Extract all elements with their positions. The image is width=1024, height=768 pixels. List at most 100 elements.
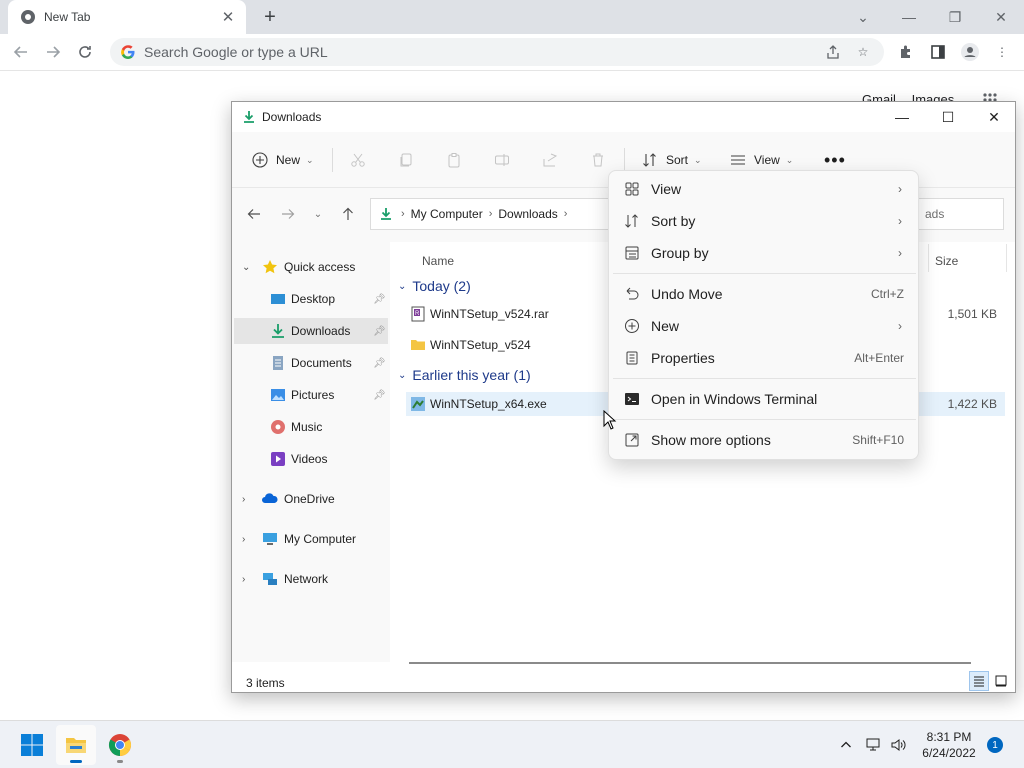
column-header-name[interactable]: Name [422, 248, 454, 274]
side-panel-icon[interactable] [925, 39, 951, 65]
file-size: 1,422 KB [947, 397, 997, 411]
profile-avatar-icon[interactable] [957, 39, 983, 65]
file-name: WinNTSetup_x64.exe [430, 397, 547, 411]
horizontal-scrollbar[interactable] [409, 662, 971, 664]
show-hidden-icons-chevron-up-icon[interactable] [836, 735, 856, 755]
column-header-size[interactable]: Size [935, 248, 958, 274]
nav-network[interactable]: › Network [232, 566, 390, 592]
minimize-browser-button[interactable]: — [886, 0, 932, 34]
explorer-window-title: Downloads [262, 110, 322, 124]
menu-item-undo-move[interactable]: Undo Move Ctrl+Z [613, 279, 916, 309]
breadcrumb-downloads[interactable]: Downloads [498, 207, 557, 221]
system-clock[interactable]: 8:31 PM 6/24/2022 [914, 729, 984, 761]
downloads-icon [244, 111, 254, 123]
nav-my-computer[interactable]: › My Computer [232, 526, 390, 552]
column-name-label: Name [422, 254, 455, 268]
nav-videos[interactable]: Videos [232, 446, 390, 472]
menu-item-show-more-options[interactable]: Show more options Shift+F10 [613, 425, 916, 455]
recent-locations-chevron-icon[interactable]: ⌄ [306, 202, 330, 226]
file-size: 1,501 KB [947, 307, 997, 321]
group-title: Earlier this year (1) [412, 367, 531, 383]
menu-item-group-by[interactable]: Group by › [613, 238, 916, 268]
new-button[interactable]: New ⌄ [252, 146, 314, 174]
up-arrow-icon[interactable] [336, 202, 360, 226]
menu-item-new[interactable]: New › [613, 311, 916, 341]
column-divider[interactable] [928, 244, 929, 272]
nav-downloads[interactable]: Downloads 📌︎ [234, 318, 388, 344]
collapsed-chevron-icon[interactable]: › [242, 574, 245, 585]
nav-pictures[interactable]: Pictures 📌︎ [232, 382, 390, 408]
cut-icon[interactable] [350, 146, 366, 174]
copy-icon[interactable] [398, 146, 414, 174]
nav-documents[interactable]: Documents 📌︎ [232, 350, 390, 376]
sort-icon [643, 153, 656, 167]
pin-icon: 📌︎ [373, 357, 386, 369]
taskbar-file-explorer[interactable] [56, 725, 96, 765]
omnibox[interactable]: Search Google or type a URL ☆ [110, 38, 884, 66]
nav-quick-access[interactable]: ⌄ Quick access [232, 254, 390, 280]
command-separator [332, 148, 333, 172]
details-view-icon[interactable] [969, 671, 989, 691]
collapsed-chevron-icon[interactable]: › [242, 534, 245, 545]
menu-item-properties[interactable]: Properties Alt+Enter [613, 343, 916, 373]
column-divider[interactable] [1006, 244, 1007, 272]
share-icon[interactable] [822, 41, 844, 63]
close-explorer-button[interactable]: ✕ [971, 102, 1017, 132]
taskbar-chrome[interactable] [100, 725, 140, 765]
item-count: 3 items [246, 676, 285, 690]
thumbnails-view-icon[interactable] [991, 671, 1011, 691]
reload-icon[interactable] [72, 39, 98, 65]
menu-item-open-terminal[interactable]: Open in Windows Terminal [613, 384, 916, 414]
nav-music[interactable]: Music [232, 414, 390, 440]
group-header-earlier-this-year[interactable]: ⌄ Earlier this year (1) [398, 364, 531, 386]
minimize-explorer-button[interactable]: — [879, 102, 925, 132]
menu-item-label: Show more options [651, 432, 771, 448]
folder-icon [411, 340, 425, 350]
tab-search-icon[interactable]: ⌄ [840, 0, 886, 34]
start-button[interactable] [12, 725, 52, 765]
group-collapse-chevron-icon[interactable]: ⌄ [398, 281, 406, 292]
bookmark-star-icon[interactable]: ☆ [852, 41, 874, 63]
group-title: Today (2) [412, 278, 471, 294]
breadcrumb-my-computer[interactable]: My Computer [411, 207, 483, 221]
new-label: New [276, 153, 301, 167]
group-collapse-chevron-icon[interactable]: ⌄ [398, 370, 406, 381]
documents-icon [273, 356, 283, 370]
nav-desktop[interactable]: Desktop 📌︎ [232, 286, 390, 312]
group-header-today[interactable]: ⌄ Today (2) [398, 275, 471, 297]
network-status-icon[interactable] [864, 735, 884, 755]
volume-icon[interactable] [888, 735, 908, 755]
chevron-down-icon: ⌄ [694, 154, 702, 165]
menu-item-sort-by[interactable]: Sort by › [613, 206, 916, 236]
expanded-chevron-icon[interactable]: ⌄ [242, 262, 250, 273]
collapsed-chevron-icon[interactable]: › [242, 494, 245, 505]
address-bar[interactable]: › My Computer › Downloads › [370, 198, 618, 230]
sort-label: Sort [666, 153, 689, 167]
extensions-puzzle-icon[interactable] [893, 39, 919, 65]
close-browser-button[interactable]: ✕ [978, 0, 1024, 34]
downloads-icon [272, 324, 284, 338]
tab-close-icon[interactable]: ✕ [220, 9, 236, 26]
share-file-icon[interactable] [542, 146, 558, 174]
browser-tab[interactable]: New Tab ✕ [8, 0, 246, 34]
back-arrow-icon[interactable] [242, 202, 266, 226]
menu-item-shortcut: Shift+F10 [852, 433, 904, 447]
file-explorer-folder-icon [66, 738, 86, 753]
search-downloads-input[interactable]: ads [912, 198, 1004, 230]
chrome-menu-icon[interactable]: ⋮ [989, 39, 1015, 65]
new-tab-button[interactable]: + [258, 5, 282, 29]
rename-icon[interactable] [494, 146, 510, 174]
clock-date: 6/24/2022 [922, 746, 976, 760]
forward-arrow-icon[interactable] [276, 202, 300, 226]
forward-arrow-icon[interactable] [40, 39, 66, 65]
back-arrow-icon[interactable] [8, 39, 34, 65]
menu-item-view[interactable]: View › [613, 174, 916, 204]
restore-browser-button[interactable]: ❐ [932, 0, 978, 34]
context-menu: View › Sort by › Group by › Undo Move Ct… [608, 170, 919, 460]
maximize-explorer-button[interactable]: ☐ [925, 102, 971, 132]
nav-onedrive[interactable]: › OneDrive [232, 486, 390, 512]
onedrive-cloud-icon [262, 493, 278, 503]
paste-icon[interactable] [446, 146, 462, 174]
notification-badge[interactable]: 1 [987, 737, 1003, 753]
delete-icon[interactable] [590, 146, 606, 174]
